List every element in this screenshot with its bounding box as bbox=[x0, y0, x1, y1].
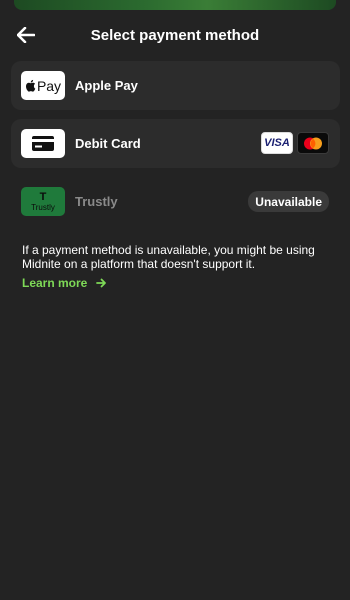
mastercard-icon bbox=[297, 132, 329, 154]
apple-pay-logo-text: Pay bbox=[36, 77, 62, 94]
arrow-right-icon bbox=[96, 278, 107, 288]
payment-method-trustly: T Trustly Trustly Unavailable bbox=[11, 177, 340, 226]
top-glow-banner bbox=[14, 0, 336, 10]
trustly-icon: T Trustly bbox=[21, 187, 65, 216]
credit-card-icon bbox=[32, 136, 54, 151]
page-title: Select payment method bbox=[90, 27, 260, 44]
method-label-trustly: Trustly bbox=[75, 194, 118, 209]
method-label-apple-pay: Apple Pay bbox=[75, 78, 138, 93]
method-label-debit-card: Debit Card bbox=[75, 136, 141, 151]
debit-card-logo bbox=[21, 129, 65, 158]
trustly-logo-text: Trustly bbox=[31, 202, 55, 212]
visa-logo: VISA bbox=[261, 132, 293, 154]
status-badge-unavailable: Unavailable bbox=[248, 191, 329, 212]
apple-icon bbox=[25, 79, 36, 92]
header: Select payment method bbox=[0, 20, 350, 52]
learn-more-link[interactable]: Learn more bbox=[22, 276, 107, 290]
learn-more-label: Learn more bbox=[22, 276, 88, 290]
unavailable-info-text: If a payment method is unavailable, you … bbox=[22, 243, 315, 271]
trustly-logo-glyph: T bbox=[39, 190, 47, 203]
apple-pay-logo: Pay bbox=[21, 71, 65, 100]
card-brand-badges: VISA bbox=[261, 132, 329, 154]
payment-method-debit-card[interactable]: Debit Card VISA bbox=[11, 119, 340, 168]
payment-method-apple-pay[interactable]: Pay Apple Pay bbox=[11, 61, 340, 110]
